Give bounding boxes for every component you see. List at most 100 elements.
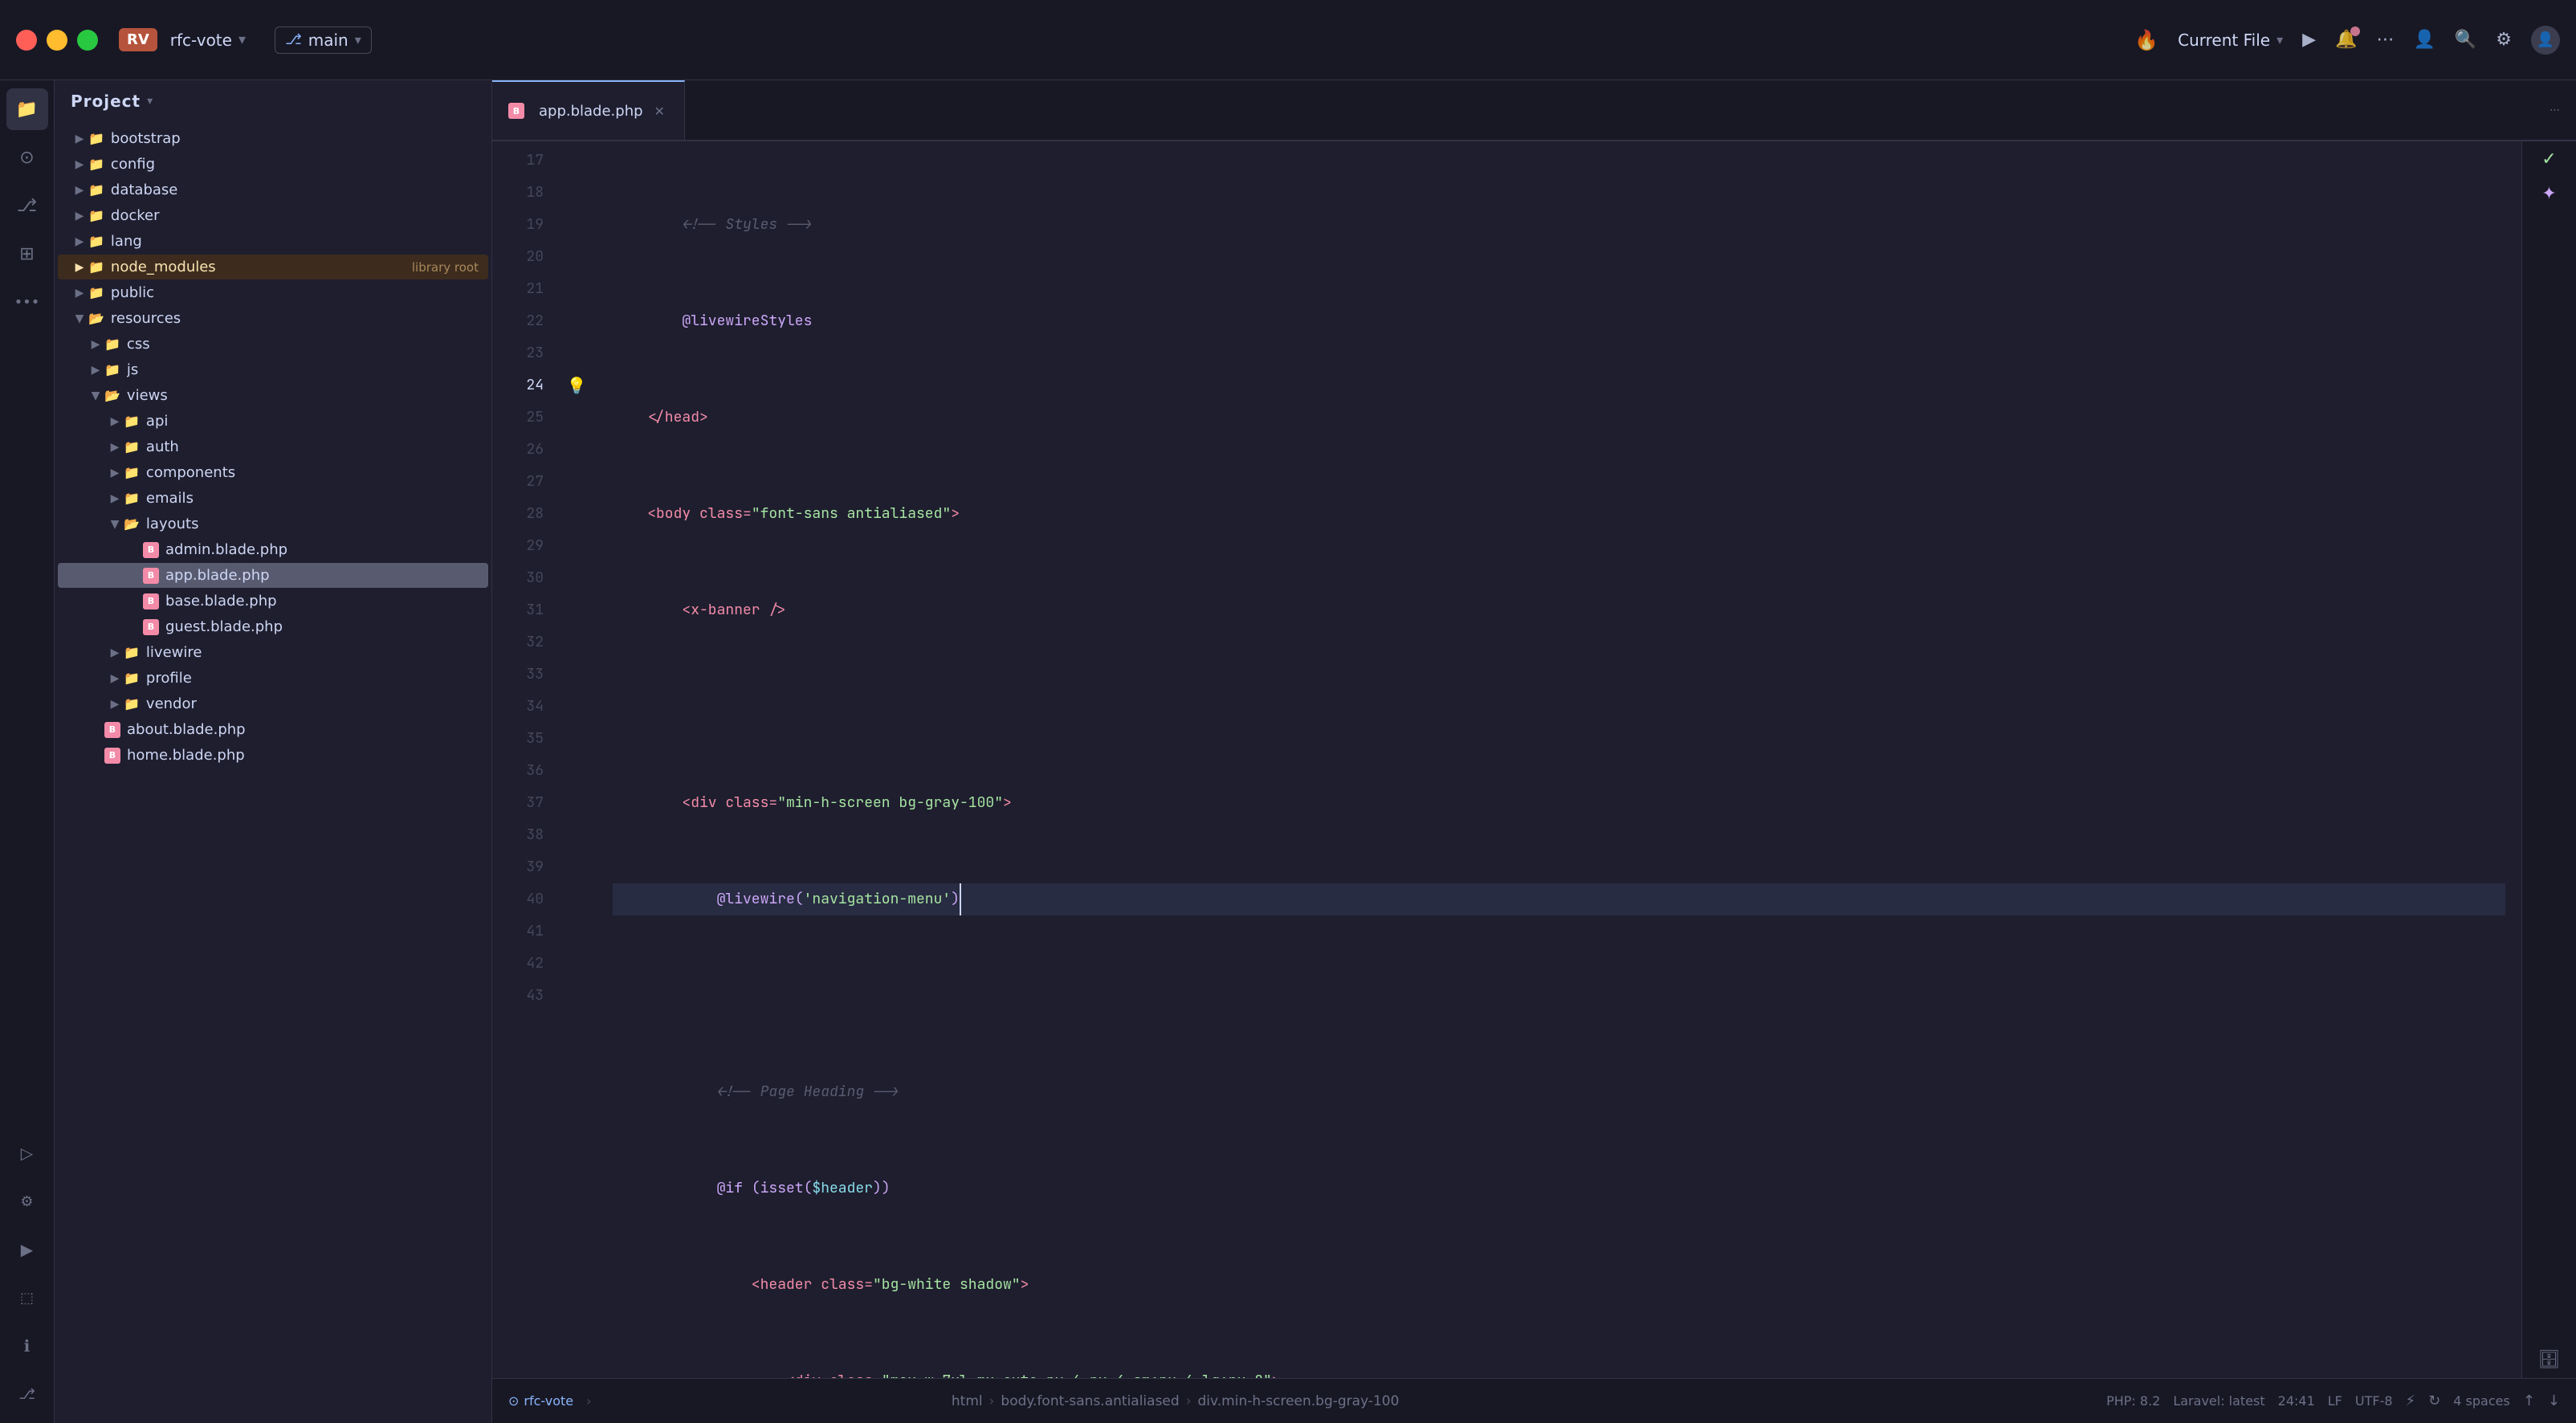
breadcrumb-sep-icon: › [989, 1393, 995, 1409]
sidebar-item-layouts[interactable]: ▼ 📂 layouts [58, 512, 488, 536]
folder-icon: 📁 [104, 362, 120, 377]
livewire-icon: ⚡ [2406, 1392, 2416, 1409]
spaces-item[interactable]: 4 spaces [2453, 1393, 2510, 1409]
folder-icon: 📁 [124, 696, 140, 712]
sidebar-item-livewire[interactable]: ▶ 📁 livewire [58, 640, 488, 665]
git-status-item[interactable]: ⊙ rfc-vote [508, 1393, 573, 1409]
branch-chevron-icon: ▾ [355, 32, 361, 47]
code-action-bulb-icon[interactable]: 💡 [556, 369, 597, 402]
tab-close-button[interactable]: ✕ [651, 102, 668, 120]
sidebar-tree[interactable]: ▶ 📁 bootstrap ▶ 📁 config ▶ 📁 database [55, 122, 491, 1423]
sidebar-item-docker[interactable]: ▶ 📁 docker [58, 203, 488, 228]
main-layout: 📁 ⊙ ⎇ ⊞ ••• ▷ ⚙ ▶ ⬚ ℹ ⎇ Project ▾ ▶ 📁 bo… [0, 80, 2576, 1423]
minimize-button[interactable] [47, 30, 67, 51]
account-icon[interactable]: 👤 [2531, 26, 2560, 55]
search-activity-icon[interactable]: ⊙ [6, 137, 48, 178]
git-icon: ⊙ [508, 1393, 519, 1409]
encoding-item[interactable]: UTF-8 [2355, 1393, 2393, 1409]
chevron-right-icon: ▶ [106, 467, 124, 479]
sidebar-item-bootstrap[interactable]: ▶ 📁 bootstrap [58, 126, 488, 151]
chevron-right-icon: ▶ [71, 133, 88, 145]
git2-activity-icon[interactable]: ⎇ [6, 1373, 48, 1415]
laravel-version-item[interactable]: Laravel: latest [2173, 1393, 2264, 1409]
bell-icon[interactable]: 🔔 [2335, 30, 2357, 50]
chevron-right-icon: ▶ [106, 441, 124, 454]
sidebar-item-views[interactable]: ▼ 📂 views [58, 383, 488, 408]
code-editor[interactable]: <!-- Styles --> @livewireStyles </head> … [597, 141, 2521, 1378]
sidebar-item-profile[interactable]: ▶ 📁 profile [58, 666, 488, 691]
extensions-activity-icon[interactable]: ⊞ [6, 233, 48, 275]
person-icon[interactable]: 👤 [2413, 30, 2435, 50]
php-version-item[interactable]: PHP: 8.2 [2106, 1393, 2160, 1409]
database-icon[interactable]: 🗄 [2538, 1350, 2561, 1370]
sidebar: Project ▾ ▶ 📁 bootstrap ▶ 📁 config ▶ [55, 80, 492, 1423]
chevron-right-icon: ▶ [71, 184, 88, 197]
current-file-button[interactable]: Current File ▾ [2178, 31, 2283, 50]
git-activity-icon[interactable]: ⎇ [6, 185, 48, 226]
debug-activity-icon[interactable]: ▶ [6, 1229, 48, 1270]
play-icon[interactable]: ▶ [2302, 30, 2316, 50]
branch-icon: ⎇ [285, 31, 302, 48]
run-config-icon[interactable]: 🔥 [2134, 29, 2158, 51]
sidebar-item-components[interactable]: ▶ 📁 components [58, 460, 488, 485]
folder-icon: 📁 [124, 414, 140, 429]
breadcrumb: html › body.font-sans.antialiased › div.… [952, 1393, 1400, 1409]
sidebar-item-emails[interactable]: ▶ 📁 emails [58, 486, 488, 511]
title-bar-actions: 🔥 Current File ▾ ▶ 🔔 ⋯ 👤 🔍 ⚙ 👤 [2134, 26, 2560, 55]
sidebar-item-node-modules[interactable]: ▶ 📁 node_modules library root [58, 255, 488, 279]
sidebar-item-js[interactable]: ▶ 📁 js [58, 357, 488, 382]
close-button[interactable] [16, 30, 37, 51]
line-ending-item[interactable]: LF [2328, 1393, 2342, 1409]
more-options-icon[interactable]: ⋯ [2376, 30, 2394, 50]
sidebar-item-home-blade[interactable]: B home.blade.php [58, 743, 488, 768]
plugin-activity-icon[interactable]: ⚙ [6, 1180, 48, 1222]
search-icon[interactable]: 🔍 [2455, 30, 2476, 50]
sidebar-item-admin-blade[interactable]: B admin.blade.php [58, 537, 488, 562]
sidebar-item-vendor[interactable]: ▶ 📁 vendor [58, 691, 488, 716]
remote-activity-icon[interactable]: ⬚ [6, 1277, 48, 1319]
more-activity-icon[interactable]: ••• [6, 281, 48, 323]
more-tabs-icon[interactable]: ⋯ [2550, 104, 2560, 116]
tab-app-blade[interactable]: B app.blade.php ✕ [492, 80, 685, 140]
ai-sparkle-icon[interactable]: ✦ [2541, 184, 2556, 204]
branch-selector[interactable]: ⎇ main ▾ [275, 27, 372, 54]
run-activity-icon[interactable]: ▷ [6, 1132, 48, 1174]
folder-icon: 📁 [124, 439, 140, 455]
chevron-right-icon: ▶ [71, 210, 88, 222]
project-chevron-icon: ▾ [238, 31, 246, 48]
cursor-position-item[interactable]: 24:41 [2278, 1393, 2315, 1409]
check-icon[interactable]: ✓ [2541, 149, 2556, 169]
tab-file-icon: B [508, 103, 524, 119]
chevron-down-icon: ▼ [71, 312, 88, 325]
sidebar-item-about-blade[interactable]: B about.blade.php [58, 717, 488, 742]
folder-icon: 📁 [88, 131, 104, 146]
blade-file-icon: B [143, 568, 159, 584]
sidebar-header: Project ▾ [55, 80, 491, 122]
folder-icon: 📁 [104, 336, 120, 352]
blade-file-icon: B [104, 748, 120, 764]
sidebar-item-auth[interactable]: ▶ 📁 auth [58, 434, 488, 459]
chevron-right-icon: ▶ [106, 646, 124, 659]
blade-file-icon: B [143, 619, 159, 635]
sidebar-item-guest-blade[interactable]: B guest.blade.php [58, 614, 488, 639]
sidebar-item-app-blade[interactable]: B app.blade.php [58, 563, 488, 588]
explorer-activity-icon[interactable]: 📁 [6, 88, 48, 130]
sidebar-item-resources[interactable]: ▼ 📂 resources [58, 306, 488, 331]
traffic-lights [16, 30, 98, 51]
project-name[interactable]: rfc-vote ▾ [170, 31, 246, 50]
maximize-button[interactable] [77, 30, 98, 51]
sidebar-item-base-blade[interactable]: B base.blade.php [58, 589, 488, 614]
sidebar-item-lang[interactable]: ▶ 📁 lang [58, 229, 488, 254]
blade-file-icon: B [143, 593, 159, 610]
tab-actions: ⋯ [2550, 104, 2576, 116]
folder-icon: 📁 [88, 157, 104, 172]
sidebar-item-css[interactable]: ▶ 📁 css [58, 332, 488, 357]
sidebar-item-api[interactable]: ▶ 📁 api [58, 409, 488, 434]
sidebar-item-config[interactable]: ▶ 📁 config [58, 152, 488, 177]
settings-icon[interactable]: ⚙ [2496, 30, 2512, 50]
sidebar-item-database[interactable]: ▶ 📁 database [58, 177, 488, 202]
download-icon: ↓ [2548, 1392, 2560, 1409]
sidebar-item-public[interactable]: ▶ 📁 public [58, 280, 488, 305]
info-activity-icon[interactable]: ℹ [6, 1325, 48, 1367]
folder-open-icon: 📂 [88, 311, 104, 326]
